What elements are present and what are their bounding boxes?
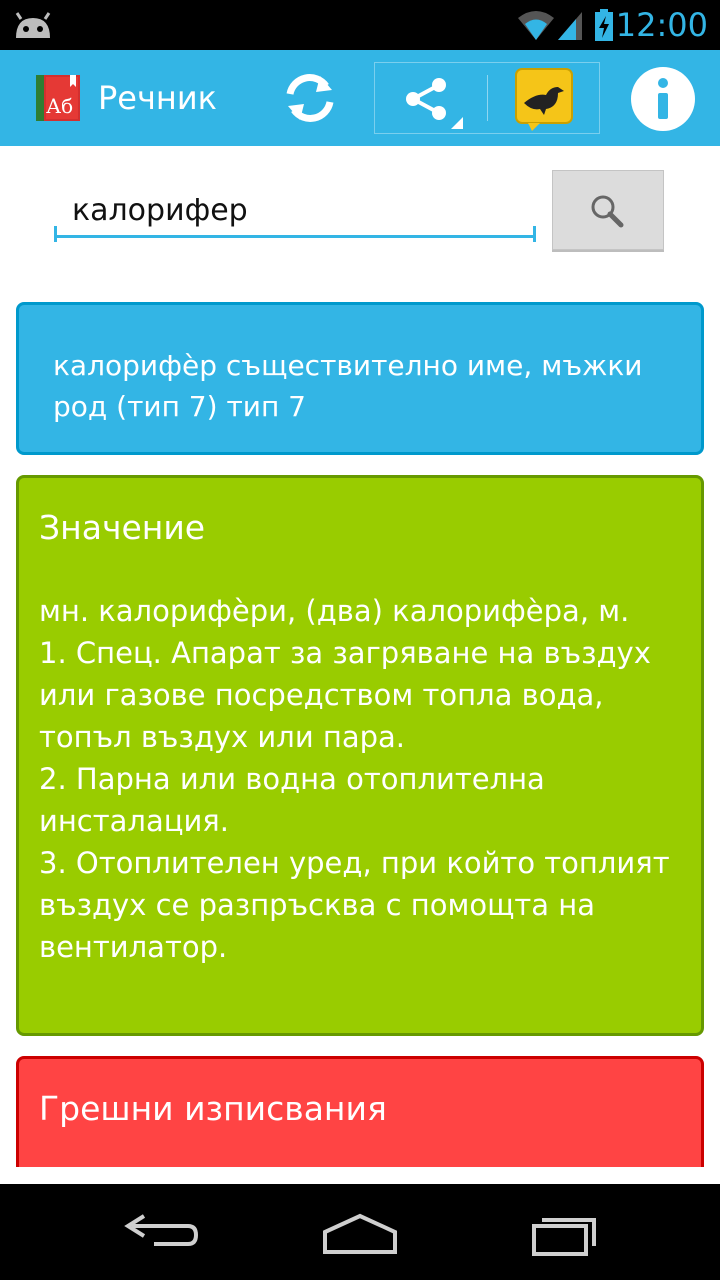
signal-icon [558,12,582,40]
info-button[interactable] [630,66,696,132]
twitter-share-button[interactable] [488,63,599,133]
bird-icon [515,68,573,131]
meaning-body: мн. калорифѐри, (два) калорифѐра, м. 1. … [39,594,670,964]
share-button[interactable] [375,63,487,133]
battery-charging-icon [595,9,613,41]
refresh-icon [286,74,334,122]
misspellings-title: Грешни изписвания [39,1089,387,1128]
android-notification-icon [15,12,51,38]
wifi-icon [518,11,554,40]
search-button[interactable] [552,170,664,250]
home-icon [323,1213,397,1254]
search-icon [591,195,624,228]
search-underline-left [54,226,57,242]
app-dictionary-icon: Аб [36,75,80,121]
back-icon [124,1214,199,1246]
app-title: Речник [98,79,217,117]
meaning-title: Значение [39,508,206,547]
search-underline-right [533,226,536,242]
home-button[interactable] [305,1202,415,1272]
search-input[interactable] [56,186,536,238]
app-icon-label: Аб [46,94,73,118]
recents-icon [532,1218,596,1256]
meaning-card: Значение мн. калорифѐри, (два) калорифѐр… [16,475,704,1036]
info-icon [631,67,695,131]
refresh-button[interactable] [276,64,344,132]
back-button[interactable] [104,1202,214,1272]
action-bar: Аб Речник [0,50,720,146]
content-bottom-strip [0,1167,720,1184]
summary-card: калорифѐр съществително име, мъжки род (… [16,302,704,455]
status-bar: 12:00 [0,0,720,50]
navigation-bar [0,1167,720,1280]
share-icon [406,78,463,129]
status-clock: 12:00 [615,6,708,44]
recent-apps-button[interactable] [506,1202,616,1272]
summary-text: калорифѐр съществително име, мъжки род (… [53,349,643,423]
share-actions-group [374,62,600,134]
